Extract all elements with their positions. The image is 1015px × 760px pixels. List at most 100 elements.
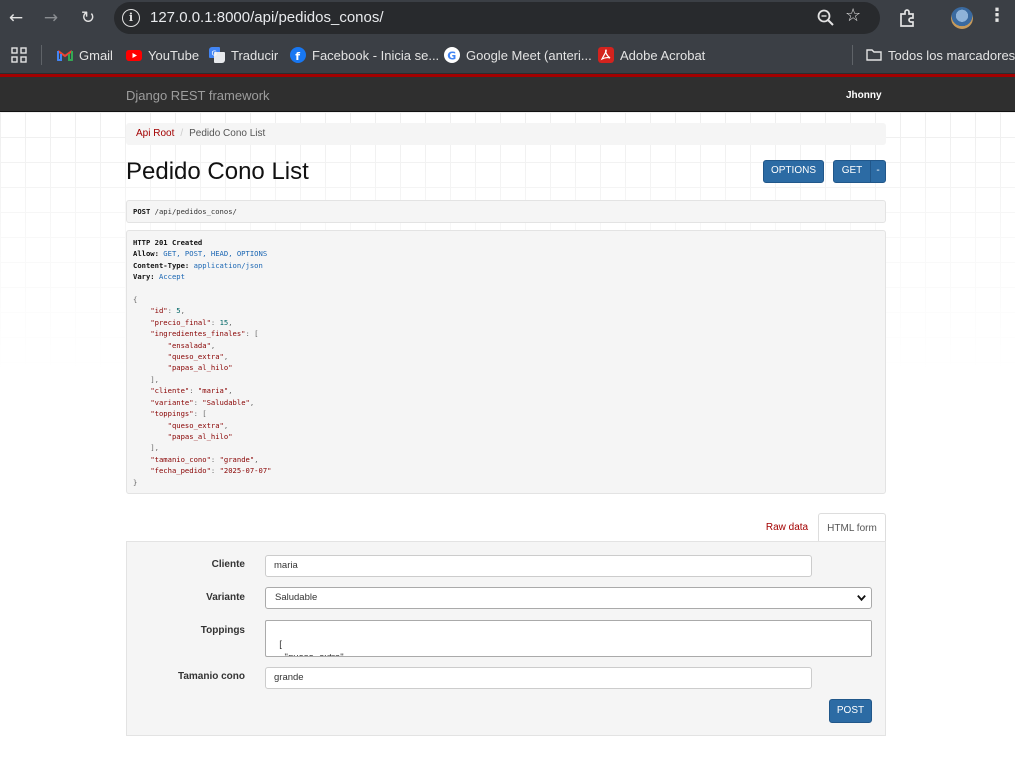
user-menu[interactable]: Jhonny	[846, 90, 882, 101]
textarea-scrollbar[interactable]	[857, 621, 871, 656]
json-punct: :	[210, 317, 220, 327]
cliente-input[interactable]: maria	[265, 555, 812, 577]
response-line: Allow: GET, POST, HEAD, OPTIONS	[133, 248, 885, 259]
post-button[interactable]: POST	[829, 699, 872, 723]
response-line: "tamanio_cono": "grande",	[133, 454, 885, 465]
json-punct: :	[193, 397, 203, 407]
zoom-icon[interactable]	[814, 6, 838, 30]
bookmarks-separator	[41, 45, 42, 65]
breadcrumb: Api Root / Pedido Cono List	[126, 123, 886, 145]
response-header-value: Accept	[158, 272, 185, 282]
json-key: "ingredientes_finales"	[150, 329, 246, 339]
response-line: "precio_final": 15,	[133, 317, 885, 328]
response-header-name: Allow:	[133, 249, 164, 259]
chevron-down-icon	[857, 595, 866, 602]
json-key: "precio_final"	[150, 317, 211, 327]
tab-html-form[interactable]: HTML form	[818, 513, 886, 542]
request-method: POST	[133, 207, 151, 216]
tamanio-cono-label: Tamanio cono	[177, 671, 245, 682]
json-punct: ,	[223, 352, 229, 362]
acrobat-icon	[598, 47, 614, 63]
bookmark-youtube[interactable]: YouTube	[126, 45, 199, 65]
json-string: "queso_extra"	[167, 420, 224, 430]
response-line: "id": 5,	[133, 305, 885, 316]
drf-brand-link[interactable]: Django REST framework	[126, 88, 270, 103]
get-button[interactable]: GET	[833, 160, 871, 183]
profile-avatar[interactable]	[951, 7, 973, 29]
response-line: "queso_extra",	[133, 420, 885, 431]
bookmark-label: YouTube	[148, 47, 200, 63]
json-punct: ,	[223, 420, 229, 430]
drf-navbar: Django REST framework Jhonny	[0, 74, 1015, 112]
response-line: HTTP 201 Created	[133, 237, 885, 248]
all-bookmarks-folder[interactable]: Todos los marcadores	[866, 45, 1015, 65]
translate-icon: G	[209, 47, 225, 63]
bookmark-facebook[interactable]: f Facebook - Inicia se...	[290, 45, 439, 65]
json-number: 15	[219, 317, 229, 327]
json-punct: [	[202, 409, 207, 419]
json-punct: :	[210, 454, 220, 464]
json-punct: ],	[150, 374, 159, 384]
google-icon: G	[444, 47, 460, 63]
request-info: POST /api/pedidos_conos/	[126, 200, 886, 223]
response-header-value: GET, POST, HEAD, OPTIONS	[163, 249, 268, 259]
json-key: "tamanio_cono"	[150, 454, 211, 464]
json-string: "maria"	[197, 386, 229, 396]
toppings-textarea[interactable]: [ "queso_extra", "papas_al_hilo"	[265, 620, 872, 657]
more-menu-icon[interactable]: ⋮	[988, 5, 1006, 26]
bookmark-google-meet[interactable]: G Google Meet (anteri...	[444, 45, 592, 65]
json-key: "variante"	[150, 397, 194, 407]
bookmark-adobe-acrobat[interactable]: Adobe Acrobat	[598, 45, 705, 65]
json-punct: }	[133, 477, 138, 487]
site-info-icon[interactable]: i	[122, 9, 140, 27]
json-string: "queso_extra"	[167, 352, 224, 362]
forward-arrow-icon[interactable]: →	[38, 5, 64, 31]
response-line: }	[133, 477, 885, 488]
bookmarks-separator	[852, 45, 853, 65]
bookmarks-bar: Gmail YouTube G Traducir f Facebook - In…	[0, 36, 1015, 74]
address-bar[interactable]: i 127.0.0.1:8000/api/pedidos_conos/ ☆	[114, 2, 880, 34]
json-punct: :	[210, 466, 220, 476]
response-line: Content-Type: application/json	[133, 260, 885, 271]
json-punct: ,	[228, 317, 233, 327]
json-punct: :	[167, 306, 177, 316]
page-title: Pedido Cono List	[126, 158, 309, 185]
variante-label: Variante	[206, 592, 245, 603]
bookmark-traducir[interactable]: G Traducir	[209, 45, 278, 65]
response-header-value: application/json	[193, 260, 263, 270]
bookmark-label: Gmail	[79, 47, 113, 63]
response-line: Vary: Accept	[133, 271, 885, 282]
options-button[interactable]: OPTIONS	[763, 160, 824, 183]
url-text[interactable]: 127.0.0.1:8000/api/pedidos_conos/	[150, 9, 384, 26]
json-punct: ,	[254, 454, 259, 464]
extensions-icon[interactable]	[897, 7, 919, 29]
json-string: "ensalada"	[167, 340, 211, 350]
bookmark-label: Facebook - Inicia se...	[312, 47, 440, 63]
response-line: "cliente": "maria",	[133, 385, 885, 396]
tab-raw-data[interactable]: Raw data	[760, 513, 814, 542]
variante-select[interactable]: Saludable	[265, 587, 872, 609]
apps-grid-icon[interactable]	[11, 47, 27, 63]
svg-text:f: f	[295, 50, 300, 63]
json-punct: ],	[150, 443, 159, 453]
response-line: "toppings": [	[133, 408, 885, 419]
json-string: "papas_al_hilo"	[167, 431, 233, 441]
get-format-dropdown-button[interactable]: -	[870, 160, 886, 183]
json-punct: ,	[180, 306, 185, 316]
response-info: HTTP 201 Created Allow: GET, POST, HEAD, …	[126, 230, 886, 494]
facebook-icon: f	[290, 47, 306, 63]
json-key: "id"	[150, 306, 168, 316]
back-arrow-icon[interactable]: ←	[3, 5, 29, 31]
scrollbar-arrows-icon	[870, 641, 871, 650]
tamanio-cono-input[interactable]: grande	[265, 667, 812, 689]
bookmark-star-icon[interactable]: ☆	[845, 5, 861, 26]
response-line: ],	[133, 442, 885, 453]
variante-selected-value: Saludable	[275, 592, 318, 603]
request-path: /api/pedidos_conos/	[154, 207, 237, 216]
bookmark-gmail[interactable]: Gmail	[57, 45, 113, 65]
gmail-icon	[57, 50, 73, 61]
reload-icon[interactable]: ↻	[75, 5, 101, 31]
json-punct: ,	[228, 386, 233, 396]
response-line: "variante": "Saludable",	[133, 397, 885, 408]
breadcrumb-api-root[interactable]: Api Root	[136, 128, 174, 139]
